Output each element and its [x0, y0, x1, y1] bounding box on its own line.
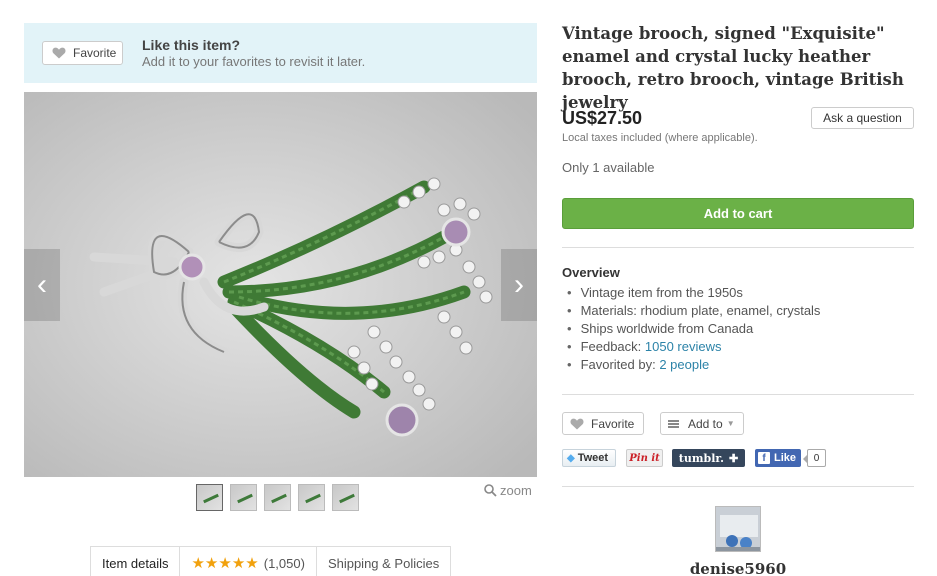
tweet-button[interactable]: ◆ Tweet	[562, 449, 616, 467]
listing-image[interactable]: ‹ ›	[24, 92, 537, 477]
overview-text: Materials: rhodium plate, enamel, crysta…	[580, 303, 821, 318]
tweet-label: Tweet	[577, 452, 609, 464]
like-label: Like	[774, 452, 797, 464]
favorite-button-label: Favorite	[73, 46, 117, 60]
tumblr-label: tumblr.	[678, 451, 724, 465]
heart-icon	[52, 47, 66, 59]
thumbnail[interactable]	[264, 484, 291, 511]
divider	[562, 247, 914, 248]
taxes-note: Local taxes included (where applicable).	[562, 132, 758, 144]
heart-icon	[570, 418, 584, 429]
rating-stars: ★★★★★	[191, 555, 259, 572]
previous-image-button[interactable]: ‹	[24, 249, 60, 321]
overview-text: Vintage item from the 1950s	[580, 285, 743, 300]
list-item: Feedback: 1050 reviews	[567, 338, 820, 356]
listing-tabs: Item details ★★★★★ (1,050) Shipping & Po…	[90, 546, 452, 576]
zoom-label: zoom	[500, 483, 532, 498]
like-count: 0	[803, 449, 826, 467]
pin-it-button[interactable]: Pin it	[626, 449, 663, 467]
chevron-left-icon: ‹	[37, 268, 47, 301]
list-item: Materials: rhodium plate, enamel, crysta…	[567, 302, 821, 320]
overview-text: Ships worldwide from Canada	[580, 321, 754, 336]
tumblr-button[interactable]: tumblr. ✚	[672, 449, 745, 467]
list-item: Ships worldwide from Canada	[567, 320, 820, 338]
magnifier-icon	[484, 484, 497, 497]
banner-title: Like this item?	[142, 37, 241, 53]
add-to-list-button[interactable]: Add to ▼	[660, 412, 744, 435]
shop-name[interactable]: denise5960	[562, 560, 914, 576]
tab-reviews[interactable]: ★★★★★ (1,050)	[180, 547, 317, 576]
thumbnail[interactable]	[298, 484, 325, 511]
list-icon	[668, 419, 679, 428]
add-to-label: Add to	[688, 416, 723, 431]
favorite-item-label: Favorite	[591, 416, 635, 431]
tab-label: Item details	[102, 555, 169, 571]
list-item: Vintage item from the 1950s	[567, 284, 820, 302]
ask-question-button[interactable]: Ask a question	[811, 107, 914, 129]
facebook-icon: f	[758, 452, 770, 464]
favorited-by-link[interactable]: 2 people	[659, 357, 709, 372]
facebook-like-button[interactable]: f Like	[755, 449, 801, 467]
twitter-bird-icon: ◆	[567, 452, 575, 464]
zoom-button[interactable]: zoom	[484, 483, 532, 498]
tab-item-details[interactable]: Item details	[91, 547, 181, 576]
shop-avatar-image	[716, 507, 760, 551]
plus-icon: ✚	[728, 451, 739, 465]
thumbnail[interactable]	[196, 484, 223, 511]
thumbnail[interactable]	[230, 484, 257, 511]
caret-down-icon: ▼	[726, 419, 735, 428]
listing-price: US$27.50	[562, 108, 643, 128]
divider	[562, 394, 914, 395]
overview-list: Vintage item from the 1950s Materials: r…	[567, 284, 821, 374]
next-image-button[interactable]: ›	[501, 249, 537, 321]
reviews-link[interactable]: 1050 reviews	[645, 339, 722, 354]
tab-label: Shipping & Policies	[327, 555, 440, 571]
brooch-photo	[24, 92, 537, 477]
shop-avatar[interactable]	[715, 506, 761, 552]
chevron-right-icon: ›	[514, 268, 524, 301]
review-count: (1,050)	[263, 555, 305, 571]
banner-subtitle: Add it to your favorites to revisit it l…	[142, 54, 366, 69]
list-item: Favorited by: 2 people	[567, 356, 820, 374]
tab-shipping-policies[interactable]: Shipping & Policies	[317, 547, 450, 576]
add-to-cart-button[interactable]: Add to cart	[562, 198, 914, 229]
favorite-banner: Favorite Like this item? Add it to your …	[24, 23, 537, 83]
thumbnail[interactable]	[332, 484, 359, 511]
pin-it-label: Pin it	[629, 452, 660, 464]
favorite-button[interactable]: Favorite	[42, 41, 123, 65]
overview-text: Favorited by:	[580, 357, 660, 372]
overview-heading: Overview	[562, 265, 620, 280]
thumbnail-strip	[196, 484, 359, 511]
availability-text: Only 1 available	[562, 160, 655, 175]
listing-title: Vintage brooch, signed "Exquisite" ename…	[562, 24, 904, 112]
favorite-item-button[interactable]: Favorite	[562, 412, 644, 435]
overview-text: Feedback:	[580, 339, 645, 354]
divider	[562, 486, 914, 487]
